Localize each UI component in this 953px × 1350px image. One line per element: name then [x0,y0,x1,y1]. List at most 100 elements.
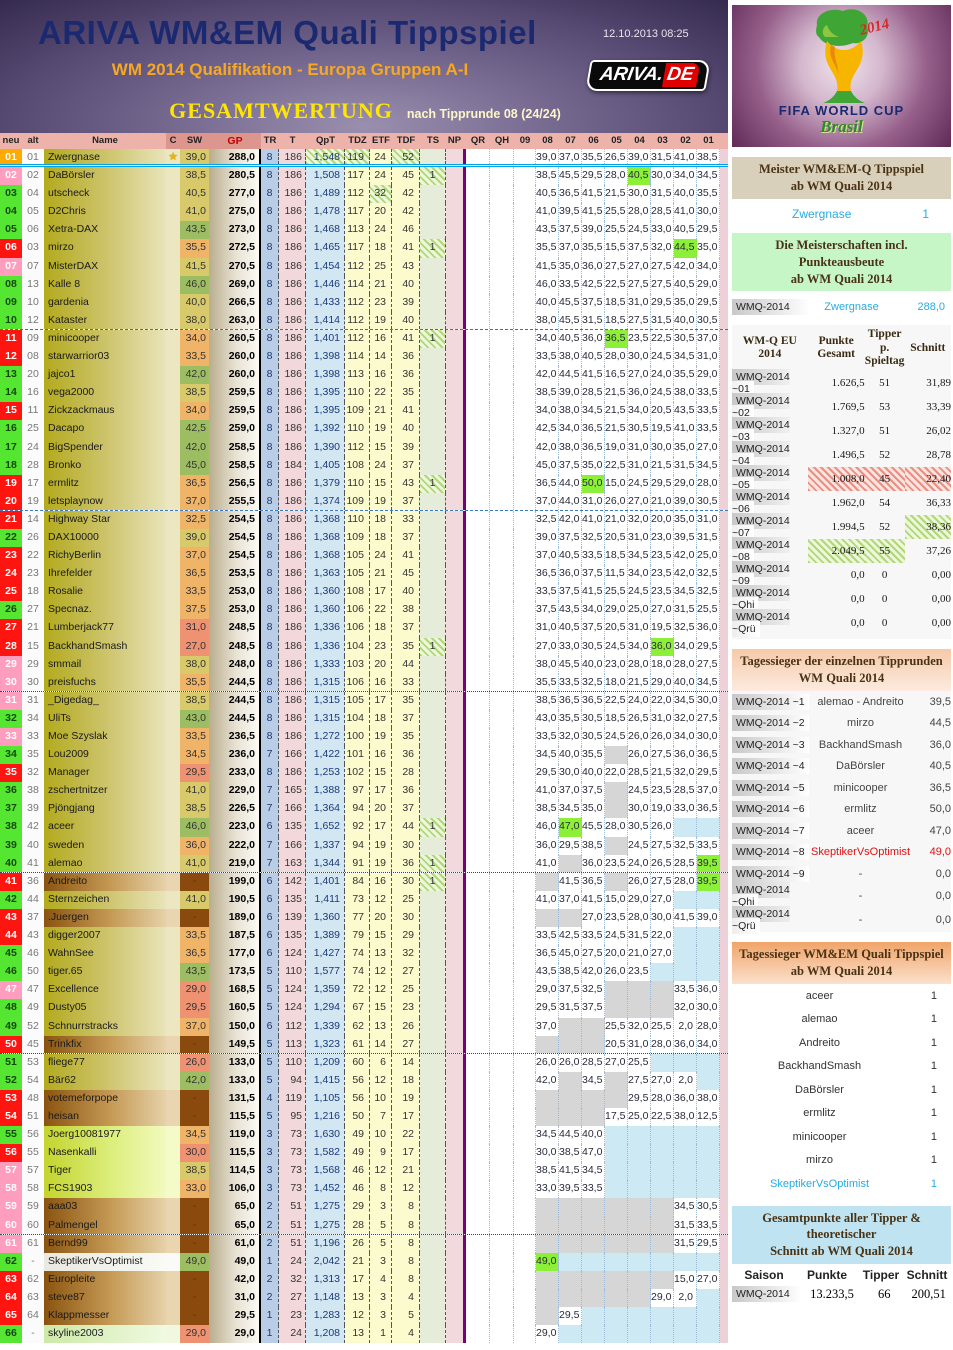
round-01-cell: 30,5 [697,1198,720,1216]
star-cell [166,1108,180,1126]
round-03-cell: 20,0 [651,511,674,529]
rank-old-cell: 30 [22,674,44,691]
round-01-cell: 32,5 [697,565,720,583]
player-name-cell: mirzo [44,239,166,257]
star-cell [166,873,180,891]
season-label: WMQ-2014 [732,299,810,315]
daily-wins-cell [420,746,446,764]
round-05-cell: 26,5 [605,149,628,164]
last-round-points-cell: 38,0 [180,656,209,674]
round-04-cell: 29,5 [628,1090,651,1108]
rounds-played-cell: 1 [261,1307,279,1325]
round-08-cell [536,1217,559,1234]
daily-wins-cell [420,1307,446,1325]
etf-cell: 14 [370,1036,392,1053]
round-03-cell [651,1054,674,1072]
tsg-player-name[interactable]: SkeptikerVsOptimist [732,1178,907,1190]
wmq-tippers-cell: 0 [865,587,905,611]
round-04-cell: 28,0 [628,656,651,674]
rounds-played-cell: 8 [261,330,279,348]
tdf-cell: 27 [392,963,420,981]
wmq-tippers-cell: 52 [865,515,905,539]
round-04-cell: 34,0 [628,638,651,656]
qh-cell [490,1180,514,1198]
tdf-cell: 8 [392,1198,420,1216]
quote-per-tip-cell: 1,468 [306,221,345,239]
round-03-cell: 23,0 [651,529,674,547]
np-cell [446,348,463,366]
round-07-cell: 38,5 [559,963,582,981]
total-points-cell: 133,0 [209,1072,261,1090]
last-round-points-cell: 40,0 [180,294,209,312]
spreadsheet-page: ARIVA WM&EM Quali Tippspiel 12.10.2013 0… [0,0,953,1350]
round-09-cell [514,583,536,601]
wmq-row: WMQ-2014 ~082.049,55537,26 [732,539,951,563]
tdz-cell: 74 [345,945,370,963]
tdz-cell: 101 [345,746,370,764]
last-round-points-cell: 33,0 [180,1180,209,1198]
etf-cell: 32 [370,185,392,203]
total-points-cell: 275,0 [209,203,261,221]
table-right-strip [720,837,728,855]
round-09-cell [514,529,536,547]
round-04-cell [628,1271,651,1289]
qr-cell [466,511,490,529]
daily-wins-cell [420,619,446,637]
rank-new-cell: 66 [0,1325,22,1343]
wmq-round-label: WMQ-2014 ~04 [732,443,808,467]
tagessieger-runden-title: Tagessieger der einzelnen Tipprunden WM … [732,649,951,691]
tdf-cell: 33 [392,674,420,691]
round-06-cell: 30,5 [582,728,605,746]
total-points-cell: 258,5 [209,457,261,475]
star-cell [166,167,180,185]
column-header: Name [44,133,166,149]
round-04-cell [628,1217,651,1234]
round-05-cell: 28,0 [605,348,628,366]
champion-name-link[interactable]: Zwergnase [810,301,893,313]
star-cell [166,330,180,348]
tips-count-cell: 135 [279,818,306,836]
round-02-cell: 44,5 [674,239,697,257]
ariva-logo: ARIVA.DE [585,60,711,91]
column-header: NP [446,133,463,149]
table-row: 3940sweden36,0222,071661,33794193036,029… [0,837,728,855]
daily-wins-cell [420,692,446,710]
round-05-cell [605,999,628,1017]
qr-cell [466,149,490,164]
round-01-cell: 38,5 [697,149,720,164]
round-01-cell: 35,5 [697,185,720,203]
tsr-round-label: WMQ-2014 ~5 [732,777,810,799]
tsr-title-line2: WM Quali 2014 [799,671,884,685]
rank-new-cell: 13 [0,366,22,384]
rounds-played-cell: 8 [261,258,279,276]
round-08-cell [536,1198,559,1216]
table-right-strip [720,945,728,963]
tdz-cell: 46 [345,1180,370,1198]
rank-new-cell: 57 [0,1162,22,1180]
quote-per-tip-cell: 1,368 [306,547,345,565]
round-09-cell [514,258,536,276]
tips-count-cell: 24 [279,1325,306,1343]
star-cell [166,294,180,312]
tdz-cell: 114 [345,276,370,294]
tdz-cell: 100 [345,728,370,746]
table-row: 4650tiger.6543,5173,551101,57774122743,5… [0,963,728,981]
qh-cell [490,1144,514,1162]
round-04-cell: 27,5 [628,312,651,329]
round-06-cell: 35,5 [582,149,605,164]
table-row: 4952Schnurrstracks37,0150,061121,3396213… [0,1018,728,1036]
round-06-cell [582,1018,605,1036]
round-02-cell: 34,5 [674,348,697,366]
total-points-cell: 190,5 [209,891,261,909]
star-cell: ★ [166,149,180,164]
star-cell [166,855,180,872]
total-points-cell: 219,0 [209,855,261,872]
meister-name-link[interactable]: Zwergnase [792,207,851,221]
round-05-cell [605,981,628,999]
total-points-cell: 269,0 [209,276,261,294]
rank-old-cell: 47 [22,981,44,999]
qh-cell [490,800,514,818]
tdf-cell: 5 [392,1307,420,1325]
round-06-cell [582,1036,605,1053]
daily-wins-cell [420,891,446,909]
